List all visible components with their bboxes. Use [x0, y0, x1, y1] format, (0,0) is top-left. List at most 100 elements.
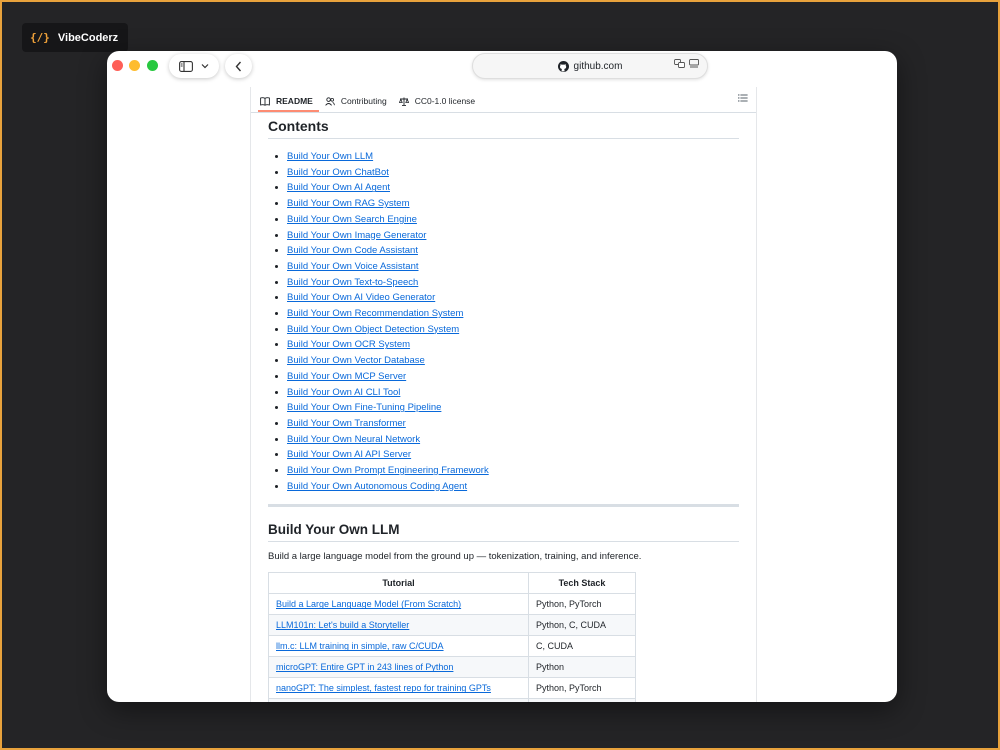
contents-link[interactable]: Build Your Own Transformer: [287, 418, 406, 429]
contents-link[interactable]: Build Your Own Autonomous Coding Agent: [287, 481, 467, 492]
contents-link[interactable]: Build Your Own AI Video Generator: [287, 292, 435, 303]
scale-icon: [398, 97, 409, 106]
list-item: Build Your Own RAG System: [287, 196, 739, 212]
contents-link[interactable]: Build Your Own Voice Assistant: [287, 261, 419, 272]
tutorial-link[interactable]: Build a Large Language Model (From Scrat…: [276, 599, 461, 609]
list-item: Build Your Own MCP Server: [287, 369, 739, 385]
contents-link[interactable]: Build Your Own Text-to-Speech: [287, 277, 418, 288]
table-row: nanoGPT: The simplest, fastest repo for …: [268, 677, 636, 700]
back-button[interactable]: [225, 54, 252, 78]
tab-license[interactable]: CC0-1.0 license: [397, 96, 481, 112]
readme-tabs: README Contributing CC0-1.0 license: [251, 87, 756, 113]
contents-link[interactable]: Build Your Own Code Assistant: [287, 245, 418, 256]
contents-link[interactable]: Build Your Own AI Agent: [287, 182, 390, 193]
list-item: Build Your Own AI API Server: [287, 447, 739, 463]
tab-readme-label: README: [276, 96, 313, 106]
tech-stack-cell: Python: [528, 656, 636, 679]
readme-panel: README Contributing CC0-1.0 license Cont…: [250, 87, 757, 702]
list-item: Build Your Own OCR System: [287, 337, 739, 353]
table-header-row: Tutorial Tech Stack: [268, 572, 636, 595]
contents-link[interactable]: Build Your Own Vector Database: [287, 355, 425, 366]
sidebar-icon: [179, 60, 193, 72]
list-item: Build Your Own ChatBot: [287, 165, 739, 181]
browser-window: github.com README Contributing CC0-1.0 l…: [107, 51, 897, 702]
github-icon: [557, 60, 569, 72]
contents-link[interactable]: Build Your Own Search Engine: [287, 214, 417, 225]
contents-link[interactable]: Build Your Own Prompt Engineering Framew…: [287, 465, 489, 476]
reader-icon[interactable]: [689, 59, 699, 70]
tech-stack-cell: Python, C, CUDA: [528, 614, 636, 637]
contents-link[interactable]: Build Your Own MCP Server: [287, 371, 406, 382]
contents-link[interactable]: Build Your Own AI API Server: [287, 449, 411, 460]
section-description: Build a large language model from the gr…: [268, 551, 642, 563]
translate-icon[interactable]: [674, 59, 685, 70]
column-header-tech-stack: Tech Stack: [528, 572, 636, 595]
sidebar-toggle-button[interactable]: [169, 54, 219, 78]
contents-link[interactable]: Build Your Own OCR System: [287, 339, 410, 350]
table-row: Build a Large Language Model (From Scrat…: [268, 593, 636, 616]
url-text: github.com: [573, 60, 623, 72]
title-bar: github.com: [107, 51, 897, 87]
section-divider: [268, 504, 739, 508]
list-item: Build Your Own Image Generator: [287, 228, 739, 244]
list-item: Build Your Own Object Detection System: [287, 322, 739, 338]
people-icon: [325, 96, 335, 106]
tutorial-link[interactable]: llm.c: LLM training in simple, raw C/CUD…: [276, 641, 444, 651]
table-row: llm.c: LLM training in simple, raw C/CUD…: [268, 635, 636, 658]
list-item: Build Your Own Voice Assistant: [287, 259, 739, 275]
list-item: Build Your Own AI Agent: [287, 180, 739, 196]
list-item: Build Your Own Neural Network: [287, 432, 739, 448]
list-item: Build Your Own AI CLI Tool: [287, 385, 739, 401]
chevron-left-icon: [235, 61, 242, 71]
contents-list: Build Your Own LLM Build Your Own ChatBo…: [268, 149, 739, 494]
contents-link[interactable]: Build Your Own Recommendation System: [287, 308, 463, 319]
list-item: Build Your Own Search Engine: [287, 212, 739, 228]
tech-stack-cell: Python, PyTorch: [528, 593, 636, 616]
list-item: Build Your Own AI Video Generator: [287, 290, 739, 306]
list-item: Build Your Own Code Assistant: [287, 243, 739, 259]
zoom-window-button[interactable]: [147, 60, 158, 71]
tech-stack-cell: Python, PyTorch: [528, 677, 636, 700]
contents-link[interactable]: Build Your Own RAG System: [287, 198, 410, 209]
section-heading: Build Your Own LLM: [268, 522, 739, 543]
vibecoderz-logo-icon: {/}: [30, 31, 50, 44]
tutorial-link[interactable]: LLM101n: Let's build a Storyteller: [276, 620, 409, 630]
table-of-contents-icon[interactable]: [738, 94, 748, 105]
tutorial-link[interactable]: microGPT: Entire GPT in 243 lines of Pyt…: [276, 662, 453, 672]
address-bar[interactable]: github.com: [472, 53, 708, 79]
chevron-down-icon: [201, 64, 209, 69]
list-item: Build Your Own Autonomous Coding Agent: [287, 479, 739, 495]
list-item: Build Your Own Recommendation System: [287, 306, 739, 322]
list-item: Build Your Own Fine-Tuning Pipeline: [287, 400, 739, 416]
table-row: [268, 698, 636, 702]
contents-link[interactable]: Build Your Own Fine-Tuning Pipeline: [287, 402, 441, 413]
tutorial-link[interactable]: nanoGPT: The simplest, fastest repo for …: [276, 683, 491, 693]
contents-heading: Contents: [268, 118, 739, 139]
badge-label: VibeCoderz: [57, 31, 119, 44]
list-item: Build Your Own Transformer: [287, 416, 739, 432]
minimize-window-button[interactable]: [129, 60, 140, 71]
contents-link[interactable]: Build Your Own Image Generator: [287, 230, 426, 241]
contents-link[interactable]: Build Your Own LLM: [287, 151, 373, 162]
tab-license-label: CC0-1.0 license: [414, 96, 476, 106]
contents-link[interactable]: Build Your Own Neural Network: [287, 434, 420, 445]
vibecoderz-badge: {/} VibeCoderz: [22, 23, 129, 52]
contents-link[interactable]: Build Your Own AI CLI Tool: [287, 387, 400, 398]
column-header-tutorial: Tutorial: [268, 572, 529, 595]
tab-readme[interactable]: README: [258, 96, 319, 112]
list-item: Build Your Own Vector Database: [287, 353, 739, 369]
list-item: Build Your Own Prompt Engineering Framew…: [287, 463, 739, 479]
book-icon: [260, 96, 270, 106]
contents-link[interactable]: Build Your Own ChatBot: [287, 167, 389, 178]
list-item: Build Your Own LLM: [287, 149, 739, 165]
close-window-button[interactable]: [112, 60, 123, 71]
tech-stack-cell: C, CUDA: [528, 635, 636, 658]
tab-contributing-label: Contributing: [340, 96, 387, 106]
readme-article: Contents Build Your Own LLM Build Your O…: [251, 118, 756, 702]
table-row: LLM101n: Let's build a Storyteller Pytho…: [268, 614, 636, 637]
table-row: microGPT: Entire GPT in 243 lines of Pyt…: [268, 656, 636, 679]
list-item: Build Your Own Text-to-Speech: [287, 275, 739, 291]
tab-contributing[interactable]: Contributing: [323, 96, 393, 112]
tutorial-table: Tutorial Tech Stack Build a Large Langua…: [268, 572, 636, 702]
contents-link[interactable]: Build Your Own Object Detection System: [287, 324, 459, 335]
